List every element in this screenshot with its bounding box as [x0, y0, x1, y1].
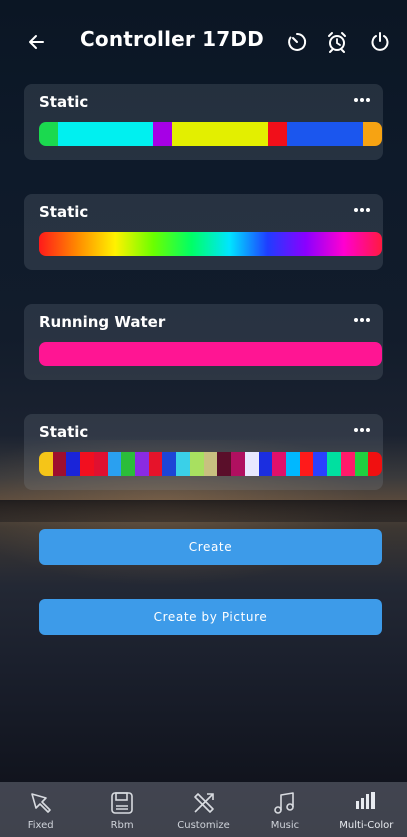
bottom-navigation: Fixed Rbm Customize Music Multi-Color — [0, 782, 407, 837]
power-button[interactable] — [364, 26, 396, 58]
color-strip — [39, 452, 382, 476]
color-segment — [244, 452, 259, 476]
color-segment — [39, 452, 53, 476]
color-segment — [229, 122, 249, 146]
color-segment — [134, 122, 154, 146]
color-segment — [135, 452, 149, 476]
color-segment — [267, 122, 287, 146]
color-segment — [80, 452, 94, 476]
create-by-picture-button[interactable]: Create by Picture — [39, 599, 382, 635]
color-strip — [39, 342, 382, 366]
page-title: Controller 17DD — [80, 27, 264, 51]
alarm-clock-icon — [328, 32, 346, 53]
color-segment — [115, 122, 135, 146]
power-icon — [371, 32, 389, 51]
color-segment — [354, 452, 369, 476]
color-segment — [121, 452, 136, 476]
mode-card[interactable]: Running Water — [24, 304, 383, 380]
card-title: Running Water — [39, 313, 166, 331]
color-segment — [313, 452, 328, 476]
more-dots-icon — [354, 208, 370, 212]
color-segment — [258, 452, 273, 476]
color-segment — [248, 122, 268, 146]
timer-button[interactable] — [281, 26, 313, 58]
color-strip — [39, 232, 382, 256]
color-segment — [285, 452, 300, 476]
color-segment — [93, 452, 108, 476]
color-segment — [191, 122, 211, 146]
nav-label: Rbm — [110, 820, 134, 831]
color-segment — [39, 122, 59, 146]
color-segment — [58, 122, 78, 146]
color-segment — [39, 342, 382, 366]
color-segment — [344, 122, 364, 146]
more-dots-icon — [354, 98, 370, 102]
bars-icon — [356, 792, 376, 809]
color-segment — [172, 122, 192, 146]
more-options-button[interactable] — [349, 310, 375, 330]
card-title: Static — [39, 423, 89, 441]
color-segment — [272, 452, 286, 476]
timer-icon — [288, 32, 307, 51]
more-options-button[interactable] — [349, 200, 375, 220]
color-segment — [324, 122, 344, 146]
more-options-button[interactable] — [349, 420, 375, 440]
nav-item-music[interactable]: Music — [244, 782, 325, 837]
color-segment — [231, 452, 245, 476]
color-segment — [340, 452, 355, 476]
color-segment — [368, 452, 382, 476]
color-segment — [299, 452, 314, 476]
save-icon — [111, 792, 133, 814]
pin-icon — [30, 793, 51, 813]
more-dots-icon — [354, 428, 370, 432]
nav-label: Fixed — [27, 820, 54, 831]
create-button[interactable]: Create — [39, 529, 382, 565]
color-segment — [107, 452, 122, 476]
color-segment — [52, 452, 67, 476]
color-segment — [189, 452, 204, 476]
tools-icon — [193, 793, 214, 813]
color-segment — [217, 452, 232, 476]
color-segment — [148, 452, 163, 476]
nav-label: Customize — [177, 820, 230, 831]
nav-item-customize[interactable]: Customize — [163, 782, 244, 837]
color-segment — [363, 122, 382, 146]
card-title: Static — [39, 93, 89, 111]
color-segment — [203, 452, 218, 476]
nav-label: Music — [270, 820, 300, 831]
back-arrow-icon — [29, 35, 44, 49]
color-segment — [77, 122, 97, 146]
nav-item-fixed[interactable]: Fixed — [0, 782, 81, 837]
mode-card[interactable]: Static — [24, 414, 383, 490]
color-strip — [39, 122, 382, 146]
back-button[interactable] — [20, 26, 52, 58]
color-segment — [327, 452, 341, 476]
app-header: Controller 17DD — [0, 0, 407, 84]
mode-card[interactable]: Static — [24, 84, 383, 160]
nav-label: Multi-Color — [339, 820, 394, 831]
color-segment — [96, 122, 116, 146]
mode-card[interactable]: Static — [24, 194, 383, 270]
more-dots-icon — [354, 318, 370, 322]
nav-item-multi-color[interactable]: Multi-Color — [326, 782, 407, 837]
music-note-icon — [274, 792, 294, 814]
color-segment — [153, 122, 173, 146]
background-treeline — [0, 500, 407, 522]
color-segment — [162, 452, 177, 476]
more-options-button[interactable] — [349, 90, 375, 110]
color-segment — [176, 452, 190, 476]
card-title: Static — [39, 203, 89, 221]
color-segment — [286, 122, 306, 146]
color-segment — [305, 122, 325, 146]
alarm-button[interactable] — [321, 26, 353, 58]
color-segment — [66, 452, 81, 476]
color-segment — [210, 122, 230, 146]
nav-item-rbm[interactable]: Rbm — [81, 782, 162, 837]
